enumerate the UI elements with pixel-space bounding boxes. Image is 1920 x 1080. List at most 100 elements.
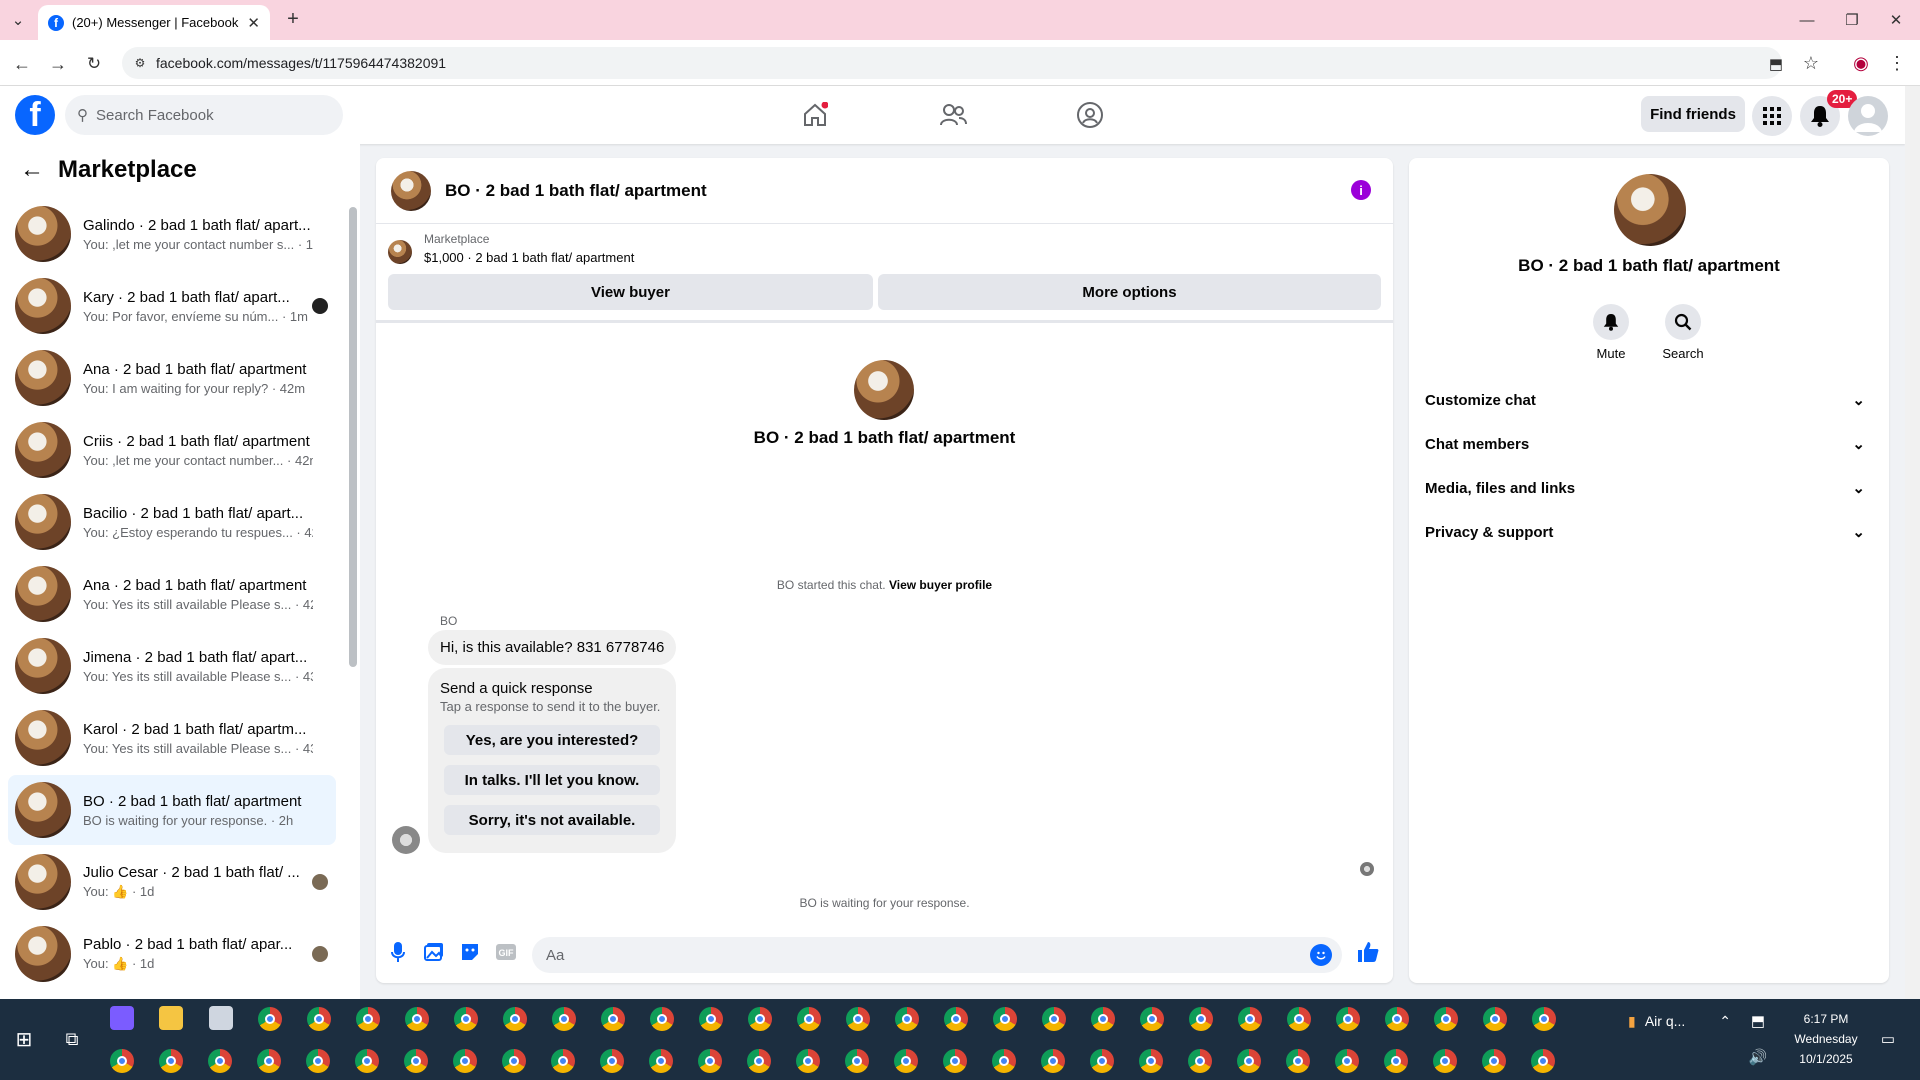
conversation-item[interactable]: Bacilio · 2 bad 1 bath flat/ apart... You…: [8, 487, 336, 557]
chrome-taskbar-icon[interactable]: [993, 1007, 1017, 1031]
chrome-taskbar-icon[interactable]: [405, 1007, 429, 1031]
view-buyer-profile-link[interactable]: View buyer profile: [889, 578, 992, 592]
listing-thumbnail[interactable]: [388, 240, 412, 264]
chrome-taskbar-icon[interactable]: [1335, 1049, 1359, 1073]
listing-price-title[interactable]: $1,000 · 2 bad 1 bath flat/ apartment: [424, 250, 634, 265]
info-icon[interactable]: i: [1351, 180, 1371, 200]
chrome-taskbar-icon[interactable]: [551, 1049, 575, 1073]
chrome-taskbar-icon[interactable]: [943, 1049, 967, 1073]
chrome-taskbar-icon[interactable]: [1482, 1049, 1506, 1073]
chrome-taskbar-icon[interactable]: [1532, 1007, 1556, 1031]
chrome-taskbar-icon[interactable]: [208, 1049, 232, 1073]
chrome-taskbar-icon[interactable]: [159, 1049, 183, 1073]
chrome-taskbar-icon[interactable]: [1091, 1007, 1115, 1031]
like-thumb-icon[interactable]: [1356, 940, 1380, 964]
chat-header-avatar[interactable]: [391, 170, 431, 211]
chrome-taskbar-icon[interactable]: [699, 1007, 723, 1031]
notification-center-icon[interactable]: ▭: [1876, 1027, 1900, 1051]
chrome-taskbar-icon[interactable]: [1434, 1007, 1458, 1031]
chrome-taskbar-icon[interactable]: [944, 1007, 968, 1031]
conversation-item[interactable]: Julio Cesar · 2 bad 1 bath flat/ ... You:…: [8, 847, 336, 917]
menu-grid-icon[interactable]: [1752, 96, 1792, 136]
chrome-taskbar-icon[interactable]: [1139, 1049, 1163, 1073]
chrome-taskbar-icon[interactable]: [1531, 1049, 1555, 1073]
account-avatar[interactable]: [1848, 96, 1888, 136]
gif-icon[interactable]: GIF: [494, 940, 518, 964]
new-tab-icon[interactable]: +: [282, 8, 304, 30]
conversation-item[interactable]: Ana · 2 bad 1 bath flat/ apartment You: Y…: [8, 559, 336, 629]
close-window-icon[interactable]: ✕: [1884, 8, 1908, 32]
chrome-taskbar-icon[interactable]: [1286, 1049, 1310, 1073]
chrome-taskbar-icon[interactable]: [1090, 1049, 1114, 1073]
bookmark-star-icon[interactable]: ☆: [1800, 52, 1822, 74]
find-friends-button[interactable]: Find friends: [1641, 96, 1745, 132]
message-input[interactable]: Aa: [532, 937, 1342, 973]
task-view-icon[interactable]: ⧉: [60, 1027, 84, 1051]
facebook-logo[interactable]: f: [15, 95, 55, 135]
conversation-item[interactable]: Galindo · 2 bad 1 bath flat/ apart... You…: [8, 199, 336, 269]
chrome-taskbar-icon[interactable]: [552, 1007, 576, 1031]
quick-response-not-available[interactable]: Sorry, it's not available.: [444, 805, 660, 835]
browser-tab[interactable]: f (20+) Messenger | Facebook ✕: [38, 5, 270, 40]
facebook-search-input[interactable]: ⚲ Search Facebook: [65, 95, 343, 135]
network-icon[interactable]: ⬒: [1748, 1011, 1768, 1031]
chrome-taskbar-icon[interactable]: [845, 1049, 869, 1073]
quick-response-yes[interactable]: Yes, are you interested?: [444, 725, 660, 755]
photo-icon[interactable]: [422, 940, 446, 964]
chrome-taskbar-icon[interactable]: [306, 1049, 330, 1073]
chrome-taskbar-icon[interactable]: [1384, 1049, 1408, 1073]
site-info-icon[interactable]: ⚙: [132, 55, 148, 71]
microphone-icon[interactable]: [386, 940, 410, 964]
chrome-taskbar-icon[interactable]: [257, 1049, 281, 1073]
chrome-taskbar-icon[interactable]: [698, 1049, 722, 1073]
minimize-icon[interactable]: —: [1795, 8, 1819, 32]
emoji-icon[interactable]: [1310, 944, 1332, 966]
chrome-taskbar-icon[interactable]: [747, 1049, 771, 1073]
chrome-taskbar-icon[interactable]: [1042, 1007, 1066, 1031]
chrome-taskbar-icon[interactable]: [454, 1007, 478, 1031]
chrome-taskbar-icon[interactable]: [992, 1049, 1016, 1073]
conversation-item[interactable]: Jimena · 2 bad 1 bath flat/ apart... You:…: [8, 631, 336, 701]
chrome-taskbar-icon[interactable]: [748, 1007, 772, 1031]
chrome-taskbar-icon[interactable]: [503, 1007, 527, 1031]
conversation-item[interactable]: Criis · 2 bad 1 bath flat/ apartment You:…: [8, 415, 336, 485]
chrome-taskbar-icon[interactable]: [453, 1049, 477, 1073]
sidebar-scrollbar[interactable]: [349, 207, 357, 667]
privacy-support-section[interactable]: Privacy & support ⌄: [1425, 514, 1873, 550]
chrome-taskbar-icon[interactable]: [307, 1007, 331, 1031]
conversation-item[interactable]: Ana · 2 bad 1 bath flat/ apartment You: I…: [8, 343, 336, 413]
chrome-taskbar-icon[interactable]: [650, 1007, 674, 1031]
chrome-taskbar-icon[interactable]: [110, 1049, 134, 1073]
chat-members-section[interactable]: Chat members ⌄: [1425, 426, 1873, 462]
chrome-taskbar-icon[interactable]: [1041, 1049, 1065, 1073]
sender-avatar[interactable]: [392, 826, 420, 854]
install-app-icon[interactable]: ⬒: [1765, 54, 1787, 74]
chrome-taskbar-icon[interactable]: [1238, 1007, 1262, 1031]
chrome-taskbar-icon[interactable]: [1188, 1049, 1212, 1073]
chrome-taskbar-icon[interactable]: [1336, 1007, 1360, 1031]
conversation-item[interactable]: Karol · 2 bad 1 bath flat/ apartm... You:…: [8, 703, 336, 773]
back-icon[interactable]: ←: [10, 52, 34, 76]
media-files-links-section[interactable]: Media, files and links ⌄: [1425, 470, 1873, 506]
chrome-taskbar-icon[interactable]: [846, 1007, 870, 1031]
message-bubble[interactable]: Hi, is this available? 831 6778746: [428, 630, 677, 665]
menu-dots-icon[interactable]: ⋮: [1886, 52, 1908, 74]
back-arrow-icon[interactable]: ←: [20, 156, 44, 184]
search-conversation-button[interactable]: Search: [1653, 304, 1713, 361]
chrome-taskbar-icon[interactable]: [356, 1007, 380, 1031]
chrome-taskbar-icon[interactable]: [1385, 1007, 1409, 1031]
conversation-item[interactable]: BO · 2 bad 1 bath flat/ apartment BO is w…: [8, 775, 336, 845]
profile-icon[interactable]: ◉: [1850, 52, 1872, 74]
chrome-taskbar-icon[interactable]: [1433, 1049, 1457, 1073]
chrome-taskbar-icon[interactable]: [895, 1007, 919, 1031]
close-tab-icon[interactable]: ✕: [247, 14, 260, 32]
chrome-taskbar-icon[interactable]: [1287, 1007, 1311, 1031]
view-buyer-button[interactable]: View buyer: [388, 274, 873, 310]
page-scrollbar[interactable]: [1905, 86, 1920, 999]
app-icon[interactable]: [209, 1006, 233, 1030]
clock[interactable]: 6:17 PM Wednesday 10/1/2025: [1776, 1009, 1876, 1069]
sticker-icon[interactable]: [458, 940, 482, 964]
chrome-taskbar-icon[interactable]: [894, 1049, 918, 1073]
url-bar[interactable]: ⚙ facebook.com/messages/t/11759644743820…: [122, 47, 1782, 79]
chrome-taskbar-icon[interactable]: [355, 1049, 379, 1073]
